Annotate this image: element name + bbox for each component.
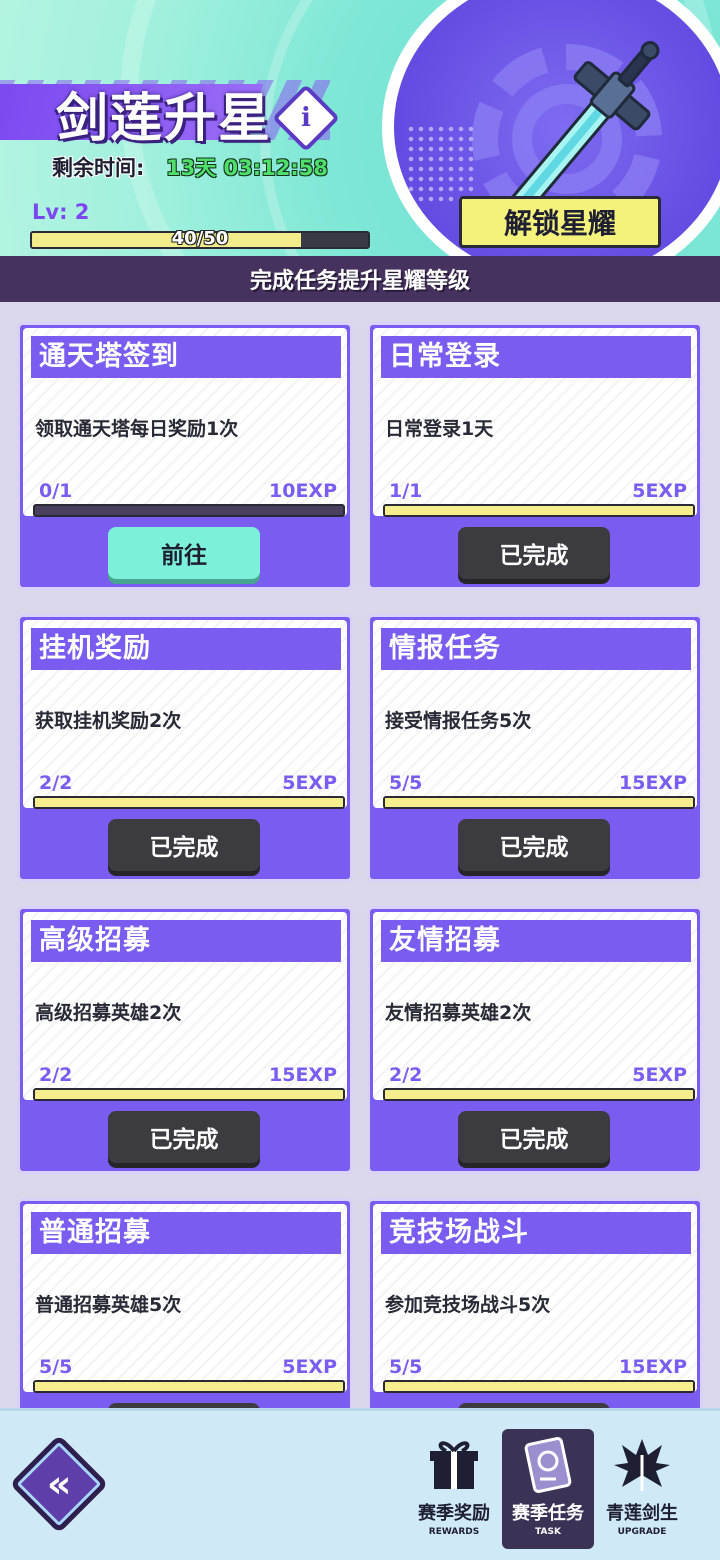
completed-button[interactable]: 已完成 xyxy=(458,1111,610,1163)
task-card: 挂机奖励获取挂机奖励2次 2/2 5EXP 已完成 xyxy=(17,614,353,882)
completed-button[interactable]: 已完成 xyxy=(108,819,260,871)
task-progress-count: 0/1 xyxy=(39,480,73,502)
nav-tab-rewards[interactable]: 赛季奖励 REWARDS xyxy=(408,1429,500,1549)
task-description: 领取通天塔每日奖励1次 xyxy=(35,418,239,440)
completed-button[interactable]: 已完成 xyxy=(458,527,610,579)
task-progress-bar xyxy=(33,796,345,809)
task-grid[interactable]: 通天塔签到领取通天塔每日奖励1次 0/1 10EXP 前往 日常登录日常登录1天 1/1 5… xyxy=(0,302,720,1408)
task-progress-bar xyxy=(33,1380,345,1393)
task-progress-fill xyxy=(385,506,693,515)
task-progress-bar xyxy=(33,1088,345,1101)
task-description: 接受情报任务5次 xyxy=(385,710,532,732)
unlock-star-button[interactable]: 解锁星耀 xyxy=(459,196,661,248)
task-progress-fill xyxy=(35,1382,343,1391)
completed-button[interactable]: 已完成 xyxy=(458,819,610,871)
task-progress-fill xyxy=(385,798,693,807)
task-progress-count: 5/5 xyxy=(389,772,423,794)
banner-text: 完成任务提升星耀等级 xyxy=(249,269,470,294)
task-exp-reward: 10EXP xyxy=(269,480,337,502)
nav-tab-task[interactable]: 赛季任务 TASK xyxy=(502,1429,594,1549)
gift-icon xyxy=(430,1441,478,1489)
task-title: 通天塔签到 xyxy=(31,336,341,378)
task-exp-reward: 15EXP xyxy=(619,772,687,794)
nav-tab-label: 赛季任务 xyxy=(512,1503,584,1524)
level-label: Lv: 2 xyxy=(32,200,90,224)
task-card-body: 友情招募友情招募英雄2次 2/2 5EXP xyxy=(373,912,697,1101)
task-card-body: 情报任务接受情报任务5次 5/5 15EXP xyxy=(373,620,697,809)
page-title: 剑莲升星 xyxy=(56,89,273,149)
task-progress-bar xyxy=(383,796,695,809)
task-card-body: 挂机奖励获取挂机奖励2次 2/2 5EXP xyxy=(23,620,347,809)
task-card-body: 竞技场战斗参加竞技场战斗5次 5/5 15EXP xyxy=(373,1204,697,1393)
nav-tab-sublabel: UPGRADE xyxy=(617,1527,667,1537)
exp-progress-text: 40/50 xyxy=(171,228,229,249)
task-title: 情报任务 xyxy=(381,628,691,670)
task-title: 友情招募 xyxy=(381,920,691,962)
task-card-body: 普通招募普通招募英雄5次 5/5 5EXP xyxy=(23,1204,347,1393)
nav-tab-label: 赛季奖励 xyxy=(418,1503,490,1524)
double-chevron-left-icon: « xyxy=(46,1462,72,1506)
task-card-body: 通天塔签到领取通天塔每日奖励1次 0/1 10EXP xyxy=(23,328,347,517)
remaining-time-value: 13天 03:12:58 xyxy=(166,156,329,180)
task-icon xyxy=(524,1437,572,1493)
task-card: 竞技场战斗参加竞技场战斗5次 5/5 15EXP xyxy=(367,1198,703,1408)
task-progress-count: 2/2 xyxy=(39,772,73,794)
task-progress-fill xyxy=(35,798,343,807)
task-card: 普通招募普通招募英雄5次 5/5 5EXP xyxy=(17,1198,353,1408)
task-progress-count: 1/1 xyxy=(389,480,423,502)
header: 剑莲升星 i 剩余时间: 13天 03:12:58 Lv: 2 40/50 解锁… xyxy=(0,0,720,256)
nav-tab-sublabel: TASK xyxy=(535,1527,561,1537)
task-card: 日常登录日常登录1天 1/1 5EXP 已完成 xyxy=(367,322,703,590)
task-exp-reward: 5EXP xyxy=(632,1064,687,1086)
task-title: 高级招募 xyxy=(31,920,341,962)
task-card: 通天塔签到领取通天塔每日奖励1次 0/1 10EXP 前往 xyxy=(17,322,353,590)
task-description: 高级招募英雄2次 xyxy=(35,1002,182,1024)
task-card: 情报任务接受情报任务5次 5/5 15EXP 已完成 xyxy=(367,614,703,882)
task-progress-bar xyxy=(33,504,345,517)
task-title: 挂机奖励 xyxy=(31,628,341,670)
task-card-body: 高级招募高级招募英雄2次 2/2 15EXP xyxy=(23,912,347,1101)
task-description: 日常登录1天 xyxy=(385,418,494,440)
task-description: 获取挂机奖励2次 xyxy=(35,710,182,732)
task-title: 日常登录 xyxy=(381,336,691,378)
task-progress-bar xyxy=(383,1088,695,1101)
task-progress-fill xyxy=(385,1090,693,1099)
lotus-icon xyxy=(614,1439,670,1491)
dot-pattern xyxy=(406,124,476,204)
task-banner: 完成任务提升星耀等级 xyxy=(0,256,720,302)
task-card: 高级招募高级招募英雄2次 2/2 15EXP 已完成 xyxy=(17,906,353,1174)
season-task-screen: 剑莲升星 i 剩余时间: 13天 03:12:58 Lv: 2 40/50 解锁… xyxy=(0,0,720,1560)
task-exp-reward: 15EXP xyxy=(619,1356,687,1378)
task-exp-reward: 5EXP xyxy=(282,1356,337,1378)
remaining-time-label: 剩余时间: xyxy=(52,156,145,180)
completed-button[interactable]: 已完成 xyxy=(108,1111,260,1163)
bottom-nav: « 赛季奖励 REWARDS 赛季任务 TASK 青莲剑生 UPGRADE xyxy=(0,1408,720,1560)
go-button[interactable]: 前往 xyxy=(108,527,260,579)
task-title: 竞技场战斗 xyxy=(381,1212,691,1254)
nav-tab-upgrade[interactable]: 青莲剑生 UPGRADE xyxy=(596,1429,688,1549)
nav-tab-sublabel: REWARDS xyxy=(428,1527,480,1537)
nav-tab-label: 青莲剑生 xyxy=(606,1503,678,1524)
back-button[interactable]: « xyxy=(9,1434,109,1534)
task-title: 普通招募 xyxy=(31,1212,341,1254)
task-progress-count: 5/5 xyxy=(389,1356,423,1378)
info-glyph: i xyxy=(301,102,311,133)
task-description: 友情招募英雄2次 xyxy=(385,1002,532,1024)
task-progress-count: 5/5 xyxy=(39,1356,73,1378)
task-progress-bar xyxy=(383,1380,695,1393)
task-exp-reward: 5EXP xyxy=(282,772,337,794)
task-description: 普通招募英雄5次 xyxy=(35,1294,182,1316)
task-progress-fill xyxy=(35,1090,343,1099)
task-exp-reward: 5EXP xyxy=(632,480,687,502)
task-card-body: 日常登录日常登录1天 1/1 5EXP xyxy=(373,328,697,517)
task-exp-reward: 15EXP xyxy=(269,1064,337,1086)
task-progress-fill xyxy=(385,1382,693,1391)
task-card: 友情招募友情招募英雄2次 2/2 5EXP 已完成 xyxy=(367,906,703,1174)
task-progress-count: 2/2 xyxy=(389,1064,423,1086)
task-progress-bar xyxy=(383,504,695,517)
task-progress-count: 2/2 xyxy=(39,1064,73,1086)
task-description: 参加竞技场战斗5次 xyxy=(385,1294,551,1316)
